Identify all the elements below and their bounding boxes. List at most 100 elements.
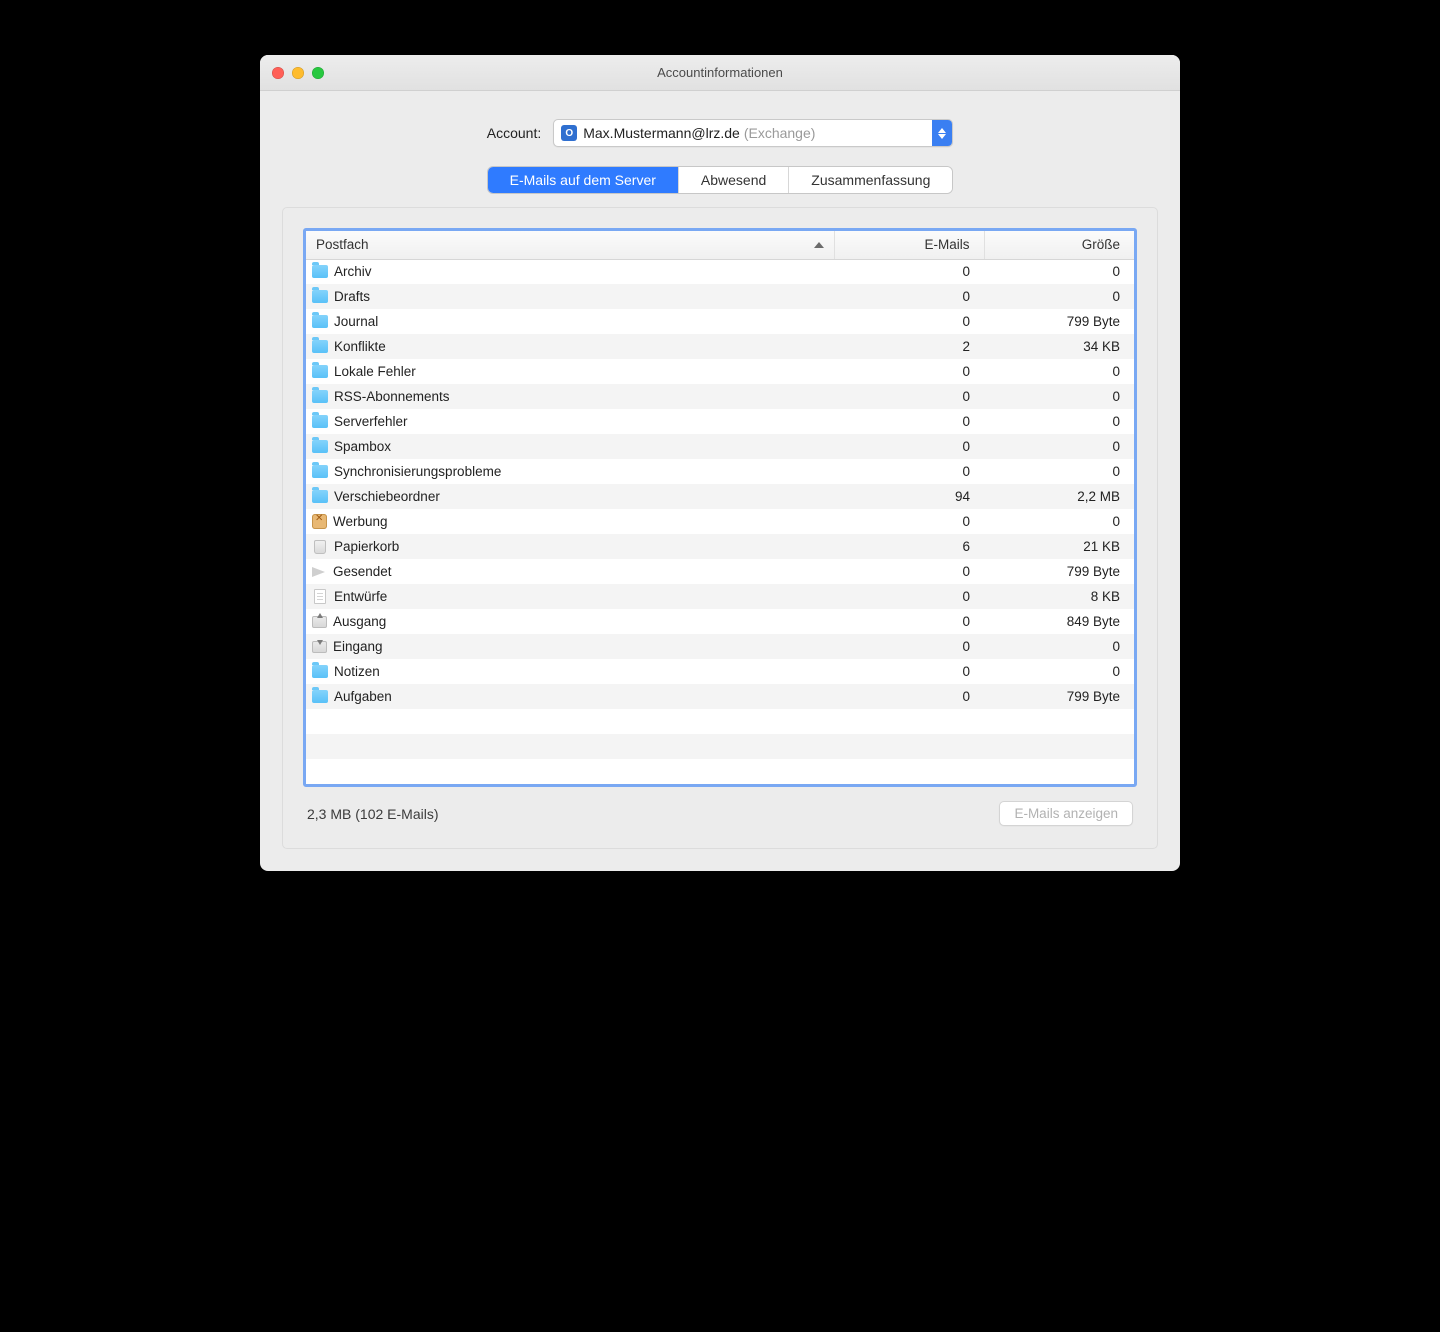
folder-icon bbox=[312, 440, 328, 453]
col-size-label: Größe bbox=[1082, 237, 1120, 252]
mailbox-name: Drafts bbox=[334, 289, 370, 304]
mailbox-size: 34 KB bbox=[984, 334, 1134, 359]
col-mailbox-header[interactable]: Postfach bbox=[306, 231, 834, 259]
sort-indicator-icon bbox=[814, 242, 824, 248]
table-row[interactable]: Synchronisierungsprobleme 00 bbox=[306, 459, 1134, 484]
table-row[interactable]: RSS-Abonnements00 bbox=[306, 384, 1134, 409]
inbox-icon bbox=[312, 641, 327, 653]
col-mailbox-label: Postfach bbox=[316, 237, 369, 252]
mailbox-name: Journal bbox=[334, 314, 378, 329]
footer: 2,3 MB (102 E-Mails) E-Mails anzeigen bbox=[303, 787, 1137, 828]
mailbox-name: Verschiebeordner bbox=[334, 489, 440, 504]
mailbox-email-count: 0 bbox=[834, 509, 984, 534]
window-title: Accountinformationen bbox=[260, 65, 1180, 80]
tab-0[interactable]: E-Mails auf dem Server bbox=[488, 167, 679, 193]
table-row[interactable]: Werbung 00 bbox=[306, 509, 1134, 534]
mailbox-name: Synchronisierungsprobleme bbox=[334, 464, 501, 479]
table-row[interactable]: Entwürfe08 KB bbox=[306, 584, 1134, 609]
pane: Postfach E-Mails Größe Archiv00Drafts00J… bbox=[282, 207, 1158, 849]
tab-2[interactable]: Zusammenfassung bbox=[789, 167, 952, 193]
folder-icon bbox=[312, 390, 328, 403]
mailbox-name: Werbung bbox=[333, 514, 388, 529]
mailbox-name: Aufgaben bbox=[334, 689, 392, 704]
mailbox-name: Gesendet bbox=[333, 564, 392, 579]
close-icon[interactable] bbox=[272, 67, 284, 79]
summary-text: 2,3 MB (102 E-Mails) bbox=[307, 806, 438, 822]
dropdown-stepper-icon[interactable] bbox=[932, 120, 952, 146]
mailbox-size: 799 Byte bbox=[984, 684, 1134, 709]
mailbox-name: Notizen bbox=[334, 664, 380, 679]
table-row[interactable]: Eingang00 bbox=[306, 634, 1134, 659]
titlebar: Accountinformationen bbox=[260, 55, 1180, 91]
trash-icon bbox=[314, 540, 326, 554]
account-label: Account: bbox=[487, 125, 541, 141]
mailbox-size: 0 bbox=[984, 459, 1134, 484]
mailbox-size: 0 bbox=[984, 384, 1134, 409]
table-row-empty bbox=[306, 734, 1134, 759]
col-size-header[interactable]: Größe bbox=[984, 231, 1134, 259]
mailbox-email-count: 0 bbox=[834, 459, 984, 484]
mailbox-name: Archiv bbox=[334, 264, 372, 279]
show-emails-button[interactable]: E-Mails anzeigen bbox=[999, 801, 1133, 826]
zoom-icon[interactable] bbox=[312, 67, 324, 79]
mailbox-email-count: 2 bbox=[834, 334, 984, 359]
table-row[interactable]: Ausgang 0849 Byte bbox=[306, 609, 1134, 634]
mailbox-size: 0 bbox=[984, 259, 1134, 284]
table-row[interactable]: Spambox00 bbox=[306, 434, 1134, 459]
tab-bar: E-Mails auf dem ServerAbwesendZusammenfa… bbox=[282, 167, 1158, 193]
table-row[interactable]: Drafts00 bbox=[306, 284, 1134, 309]
mailbox-size: 799 Byte bbox=[984, 309, 1134, 334]
minimize-icon[interactable] bbox=[292, 67, 304, 79]
mailbox-email-count: 0 bbox=[834, 684, 984, 709]
mailbox-name: Serverfehler bbox=[334, 414, 408, 429]
table-row[interactable]: Aufgaben 0799 Byte bbox=[306, 684, 1134, 709]
mailbox-size: 0 bbox=[984, 634, 1134, 659]
mailbox-email-count: 0 bbox=[834, 259, 984, 284]
tab-1[interactable]: Abwesend bbox=[679, 167, 789, 193]
sent-icon bbox=[312, 565, 327, 578]
mailbox-name: Papierkorb bbox=[334, 539, 399, 554]
table-row[interactable]: Papierkorb621 KB bbox=[306, 534, 1134, 559]
table-row[interactable]: Serverfehler00 bbox=[306, 409, 1134, 434]
mailbox-table: Postfach E-Mails Größe Archiv00Drafts00J… bbox=[303, 228, 1137, 787]
segmented-control: E-Mails auf dem ServerAbwesendZusammenfa… bbox=[488, 167, 953, 193]
table-row[interactable]: Journal0799 Byte bbox=[306, 309, 1134, 334]
mailbox-size: 2,2 MB bbox=[984, 484, 1134, 509]
folder-icon bbox=[312, 340, 328, 353]
mailbox-size: 0 bbox=[984, 284, 1134, 309]
mailbox-email-count: 6 bbox=[834, 534, 984, 559]
folder-icon bbox=[312, 415, 328, 428]
col-emails-label: E-Mails bbox=[924, 237, 969, 252]
mailbox-size: 849 Byte bbox=[984, 609, 1134, 634]
mailbox-email-count: 0 bbox=[834, 359, 984, 384]
mailbox-email-count: 0 bbox=[834, 584, 984, 609]
mailbox-size: 0 bbox=[984, 509, 1134, 534]
table-row[interactable]: Archiv 00 bbox=[306, 259, 1134, 284]
mailbox-name: Ausgang bbox=[333, 614, 386, 629]
folder-icon bbox=[312, 465, 328, 478]
table-row[interactable]: Verschiebeordner 942,2 MB bbox=[306, 484, 1134, 509]
col-emails-header[interactable]: E-Mails bbox=[834, 231, 984, 259]
folder-icon bbox=[312, 290, 328, 303]
mailbox-name: Konflikte bbox=[334, 339, 386, 354]
folder-icon bbox=[312, 490, 328, 503]
mailbox-name: Eingang bbox=[333, 639, 383, 654]
folder-icon bbox=[312, 315, 328, 328]
table-row[interactable]: Gesendet0799 Byte bbox=[306, 559, 1134, 584]
mailbox-size: 799 Byte bbox=[984, 559, 1134, 584]
mailbox-email-count: 0 bbox=[834, 609, 984, 634]
table-row[interactable]: Konflikte 234 KB bbox=[306, 334, 1134, 359]
mailbox-name: Lokale Fehler bbox=[334, 364, 416, 379]
mailbox-email-count: 94 bbox=[834, 484, 984, 509]
outbox-icon bbox=[312, 616, 327, 628]
mailbox-email-count: 0 bbox=[834, 659, 984, 684]
table-row-empty bbox=[306, 709, 1134, 734]
outlook-icon: O bbox=[561, 125, 577, 141]
account-select[interactable]: O Max.Mustermann@lrz.de (Exchange) bbox=[553, 119, 953, 147]
mailbox-size: 0 bbox=[984, 434, 1134, 459]
table-row[interactable]: Lokale Fehler00 bbox=[306, 359, 1134, 384]
window-controls bbox=[260, 67, 324, 79]
account-row: Account: O Max.Mustermann@lrz.de (Exchan… bbox=[282, 119, 1158, 147]
table-row[interactable]: Notizen00 bbox=[306, 659, 1134, 684]
mailbox-size: 8 KB bbox=[984, 584, 1134, 609]
